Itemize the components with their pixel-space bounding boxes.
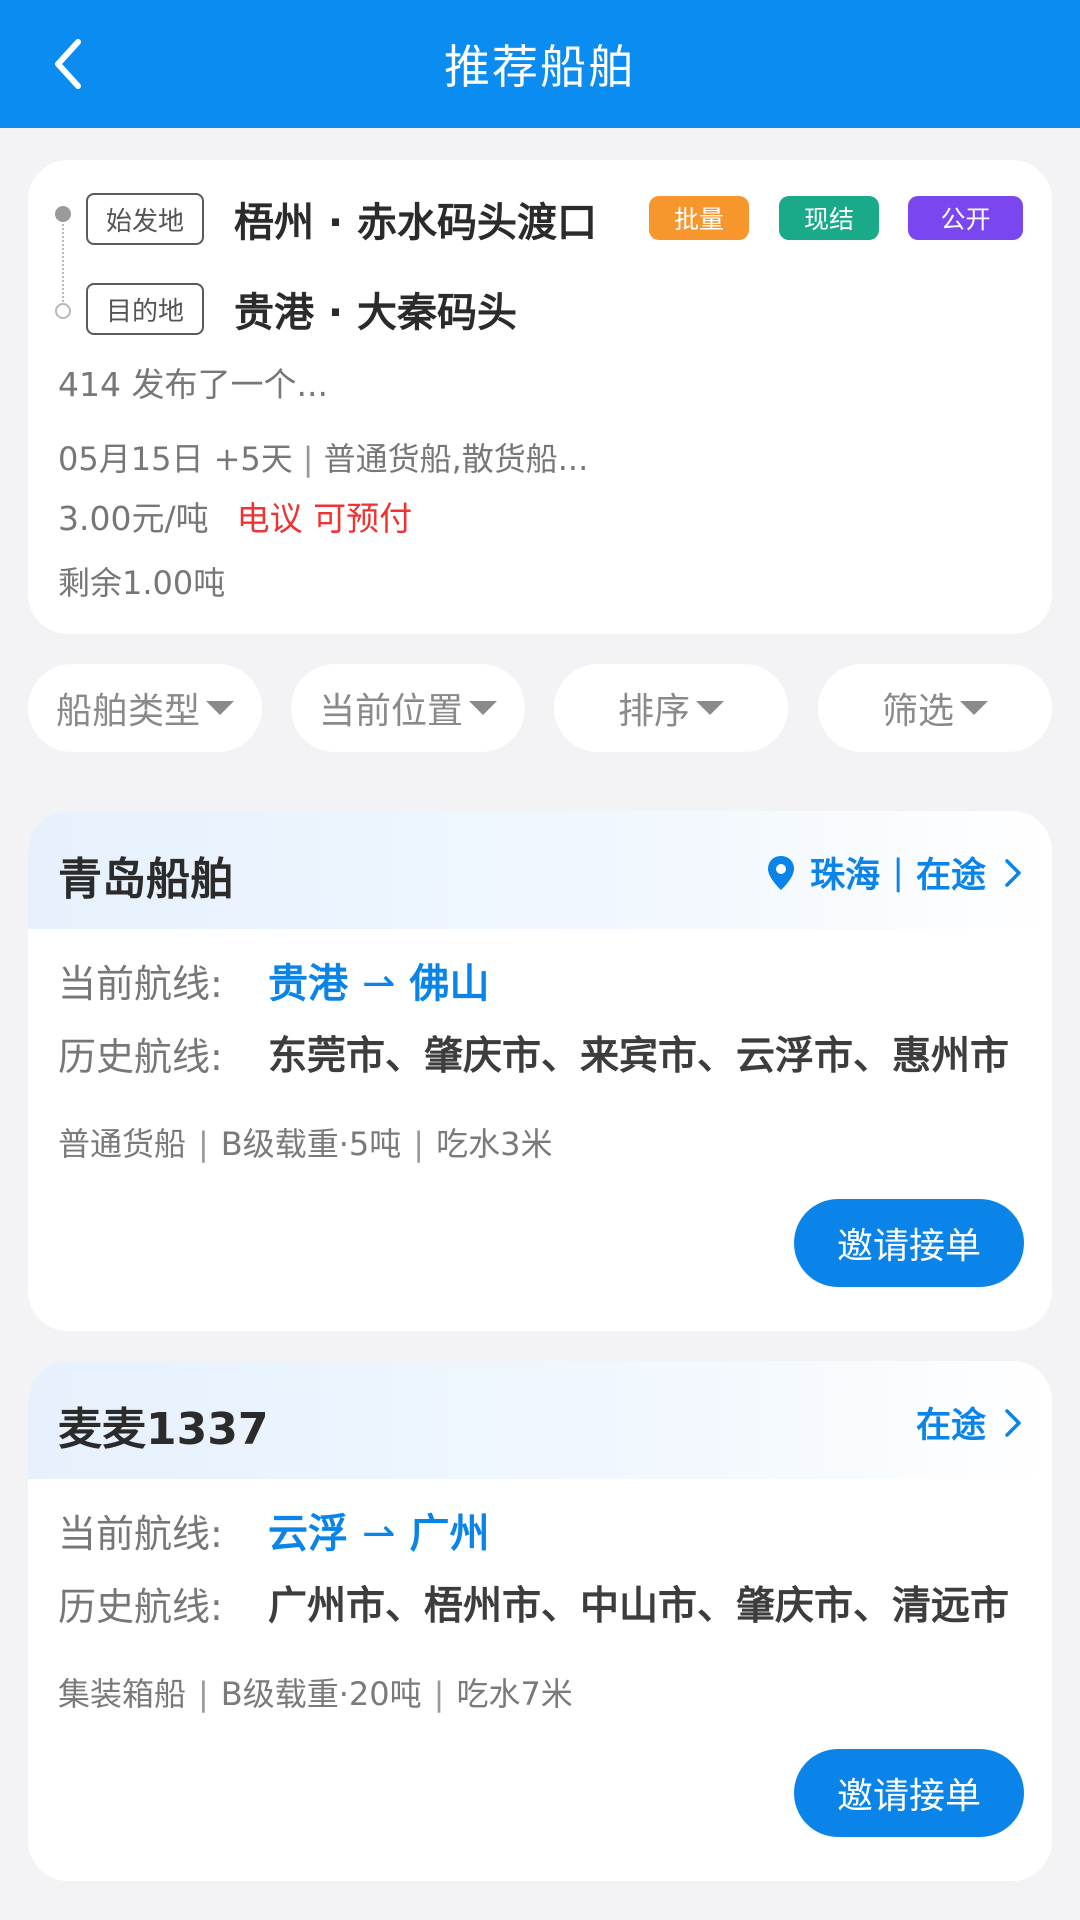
filter-more[interactable]: 筛选 bbox=[818, 664, 1052, 752]
route-to: 广州 bbox=[409, 1511, 490, 1557]
caret-down-icon bbox=[960, 701, 988, 715]
ship-location: 珠海 bbox=[810, 856, 881, 896]
ship-draft: 吃水7米 bbox=[456, 1675, 573, 1713]
route-arrow: ⇀ bbox=[362, 961, 396, 1007]
history-route-label: 历史航线: bbox=[58, 1584, 223, 1629]
filter-sort[interactable]: 排序 bbox=[554, 664, 788, 752]
filter-ship-type[interactable]: 船舶类型 bbox=[28, 664, 262, 752]
history-route-row: 历史航线: 东莞市、肇庆市、来宾市、云浮市、惠州市 bbox=[58, 1025, 1009, 1081]
current-route: 贵港 ⇀ 佛山 bbox=[268, 951, 490, 1009]
caret-down-icon bbox=[206, 701, 234, 715]
origin-name: 梧州 · 赤水码头渡口 bbox=[234, 200, 598, 246]
cargo-price-row: 3.00元/吨 电议 可预付 bbox=[58, 492, 412, 540]
current-route-label: 当前航线: bbox=[58, 1511, 223, 1556]
current-route: 云浮 ⇀ 广州 bbox=[268, 1501, 490, 1559]
ship-status-link[interactable]: 在途 bbox=[916, 1397, 1022, 1448]
history-routes: 广州市、梧州市、中山市、肇庆市、清远市 bbox=[268, 1584, 1010, 1629]
badge-public: 公开 bbox=[908, 196, 1023, 240]
cargo-date: 05月15日 +5天 bbox=[58, 440, 293, 478]
ship-status: 在途 bbox=[915, 856, 986, 896]
invite-order-button[interactable]: 邀请接单 bbox=[794, 1199, 1024, 1287]
ship-type: 集装箱船 bbox=[58, 1675, 187, 1713]
chevron-right-icon bbox=[1005, 1408, 1021, 1437]
dest-dot bbox=[55, 303, 71, 319]
current-route-row: 当前航线: 贵港 ⇀ 佛山 bbox=[58, 951, 490, 1009]
route-from: 云浮 bbox=[268, 1511, 348, 1557]
cargo-meta: 05月15日 +5天 | 普通货船,散货船... bbox=[58, 434, 588, 480]
origin-dot bbox=[55, 206, 71, 222]
ship-type: 普通货船 bbox=[58, 1125, 187, 1163]
cargo-publisher: 414 发布了一个... bbox=[58, 365, 328, 404]
ship-status-link[interactable]: 珠海 | 在途 bbox=[766, 847, 1022, 898]
separator: | bbox=[413, 1125, 425, 1163]
separator: | bbox=[433, 1675, 445, 1713]
separator: | bbox=[198, 1675, 209, 1713]
chevron-left-icon bbox=[55, 39, 81, 89]
route-to: 佛山 bbox=[409, 961, 490, 1007]
page-title: 推荐船舶 bbox=[444, 40, 636, 94]
ship-status: 在途 bbox=[915, 1406, 986, 1446]
separator: | bbox=[198, 1125, 209, 1163]
caret-down-icon bbox=[469, 701, 497, 715]
cargo-price-note: 电议 可预付 bbox=[236, 499, 413, 538]
dest-name: 贵港 · 大秦码头 bbox=[234, 290, 518, 336]
history-route-label: 历史航线: bbox=[58, 1034, 223, 1079]
nav-bar: 推荐船舶 bbox=[0, 0, 1080, 128]
cargo-card[interactable]: 始发地 梧州 · 赤水码头渡口 批量 现结 公开 目的地 贵港 · 大秦码头 4… bbox=[28, 160, 1052, 634]
badge-cash: 现结 bbox=[779, 196, 879, 240]
ship-header: 麦麦1337 在途 bbox=[28, 1361, 1052, 1479]
origin-row: 始发地 梧州 · 赤水码头渡口 bbox=[86, 190, 597, 248]
filter-label: 当前位置 bbox=[318, 691, 463, 732]
ship-load: B级载重·5吨 bbox=[220, 1125, 402, 1163]
cargo-remaining: 剩余1.00吨 bbox=[58, 564, 226, 602]
ship-card[interactable]: 麦麦1337 在途 当前航线: 云浮 ⇀ 广州 历史航线: 广州市、梧州市、中山市、… bbox=[28, 1361, 1052, 1881]
cargo-ship-types: 普通货船,散货船... bbox=[323, 440, 589, 478]
ship-draft: 吃水3米 bbox=[436, 1125, 553, 1163]
back-button[interactable] bbox=[28, 24, 108, 104]
cargo-price: 3.00元/吨 bbox=[58, 499, 209, 538]
history-routes: 东莞市、肇庆市、来宾市、云浮市、惠州市 bbox=[268, 1034, 1010, 1079]
filter-label: 筛选 bbox=[881, 691, 954, 732]
filter-label: 排序 bbox=[617, 691, 690, 732]
filter-location[interactable]: 当前位置 bbox=[291, 664, 525, 752]
ship-specs: 集装箱船 | B级载重·20吨 | 吃水7米 bbox=[58, 1669, 573, 1715]
ship-card[interactable]: 青岛船舶 珠海 | 在途 当前航线: 贵港 ⇀ 佛山 历史航线: 东莞市、肇庆市、来… bbox=[28, 811, 1052, 1331]
history-route-row: 历史航线: 广州市、梧州市、中山市、肇庆市、清远市 bbox=[58, 1575, 1009, 1631]
origin-tag: 始发地 bbox=[86, 193, 204, 245]
filter-bar: 船舶类型 当前位置 排序 筛选 bbox=[28, 664, 1052, 752]
ship-specs: 普通货船 | B级载重·5吨 | 吃水3米 bbox=[58, 1119, 552, 1165]
dest-row: 目的地 贵港 · 大秦码头 bbox=[86, 280, 517, 338]
invite-order-button[interactable]: 邀请接单 bbox=[794, 1749, 1024, 1837]
route-from: 贵港 bbox=[268, 961, 348, 1007]
chevron-right-icon bbox=[1005, 858, 1021, 887]
filter-label: 船舶类型 bbox=[55, 691, 200, 732]
ship-name: 麦麦1337 bbox=[58, 1404, 269, 1455]
ship-name: 青岛船舶 bbox=[58, 854, 234, 905]
dest-tag: 目的地 bbox=[86, 283, 204, 335]
location-pin-icon bbox=[768, 855, 795, 890]
ship-load: B级载重·20吨 bbox=[220, 1675, 422, 1713]
separator: | bbox=[302, 440, 314, 478]
separator: | bbox=[892, 852, 904, 893]
badge-batch: 批量 bbox=[649, 196, 749, 240]
current-route-row: 当前航线: 云浮 ⇀ 广州 bbox=[58, 1501, 490, 1559]
route-connector bbox=[62, 216, 64, 310]
ship-header: 青岛船舶 珠海 | 在途 bbox=[28, 811, 1052, 929]
caret-down-icon bbox=[696, 701, 724, 715]
route-arrow: ⇀ bbox=[362, 1511, 396, 1557]
current-route-label: 当前航线: bbox=[58, 961, 223, 1006]
